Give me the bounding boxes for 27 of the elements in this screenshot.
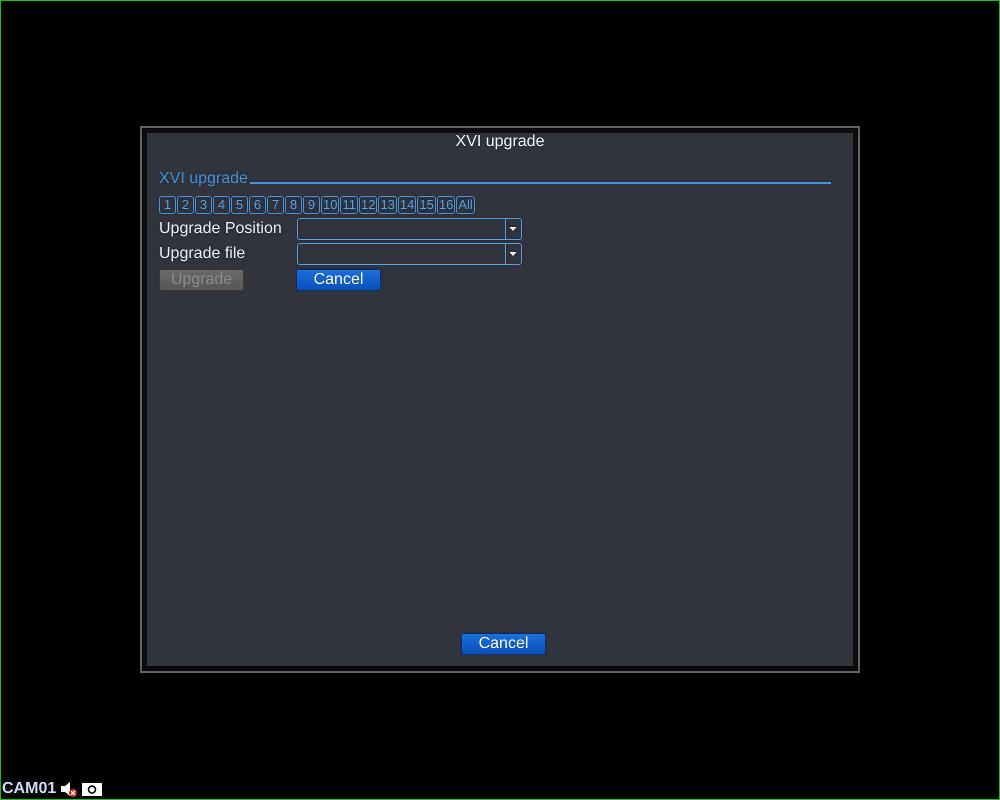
channel-button[interactable]: 4 <box>213 196 230 214</box>
channel-button[interactable]: 7 <box>267 196 284 214</box>
channel-button[interactable]: 10 <box>321 196 340 214</box>
channel-button[interactable]: 13 <box>378 196 397 214</box>
channel-button[interactable]: 8 <box>285 196 302 214</box>
dropdown-field[interactable] <box>297 218 522 240</box>
channel-button[interactable]: 15 <box>417 196 436 214</box>
channel-button[interactable]: 14 <box>398 196 416 214</box>
section-title: XVI upgrade <box>159 170 248 188</box>
channel-button[interactable]: 5 <box>231 196 248 214</box>
channel-button[interactable]: 12 <box>358 196 378 214</box>
channel-button[interactable]: 3 <box>195 196 212 214</box>
channel-button[interactable]: 11 <box>340 196 358 214</box>
channel-button[interactable]: 2 <box>177 196 194 214</box>
cancel-button[interactable]: Cancel <box>461 633 546 655</box>
channel-button[interactable]: 9 <box>303 196 320 214</box>
ring-icon <box>82 782 102 796</box>
field-label: Upgrade Position <box>159 220 283 238</box>
channel-button[interactable]: 6 <box>249 196 266 214</box>
channel-button[interactable]: 1 <box>159 196 176 214</box>
cancel-button[interactable]: Cancel <box>296 269 381 291</box>
field-label: Upgrade file <box>159 245 246 263</box>
channel-button[interactable]: 16 <box>436 196 456 214</box>
dropdown-field[interactable] <box>297 243 522 265</box>
channel-button[interactable]: All <box>456 196 475 214</box>
window-title: XVI upgrade <box>456 133 544 151</box>
camera-name: CAM01 <box>2 781 56 797</box>
